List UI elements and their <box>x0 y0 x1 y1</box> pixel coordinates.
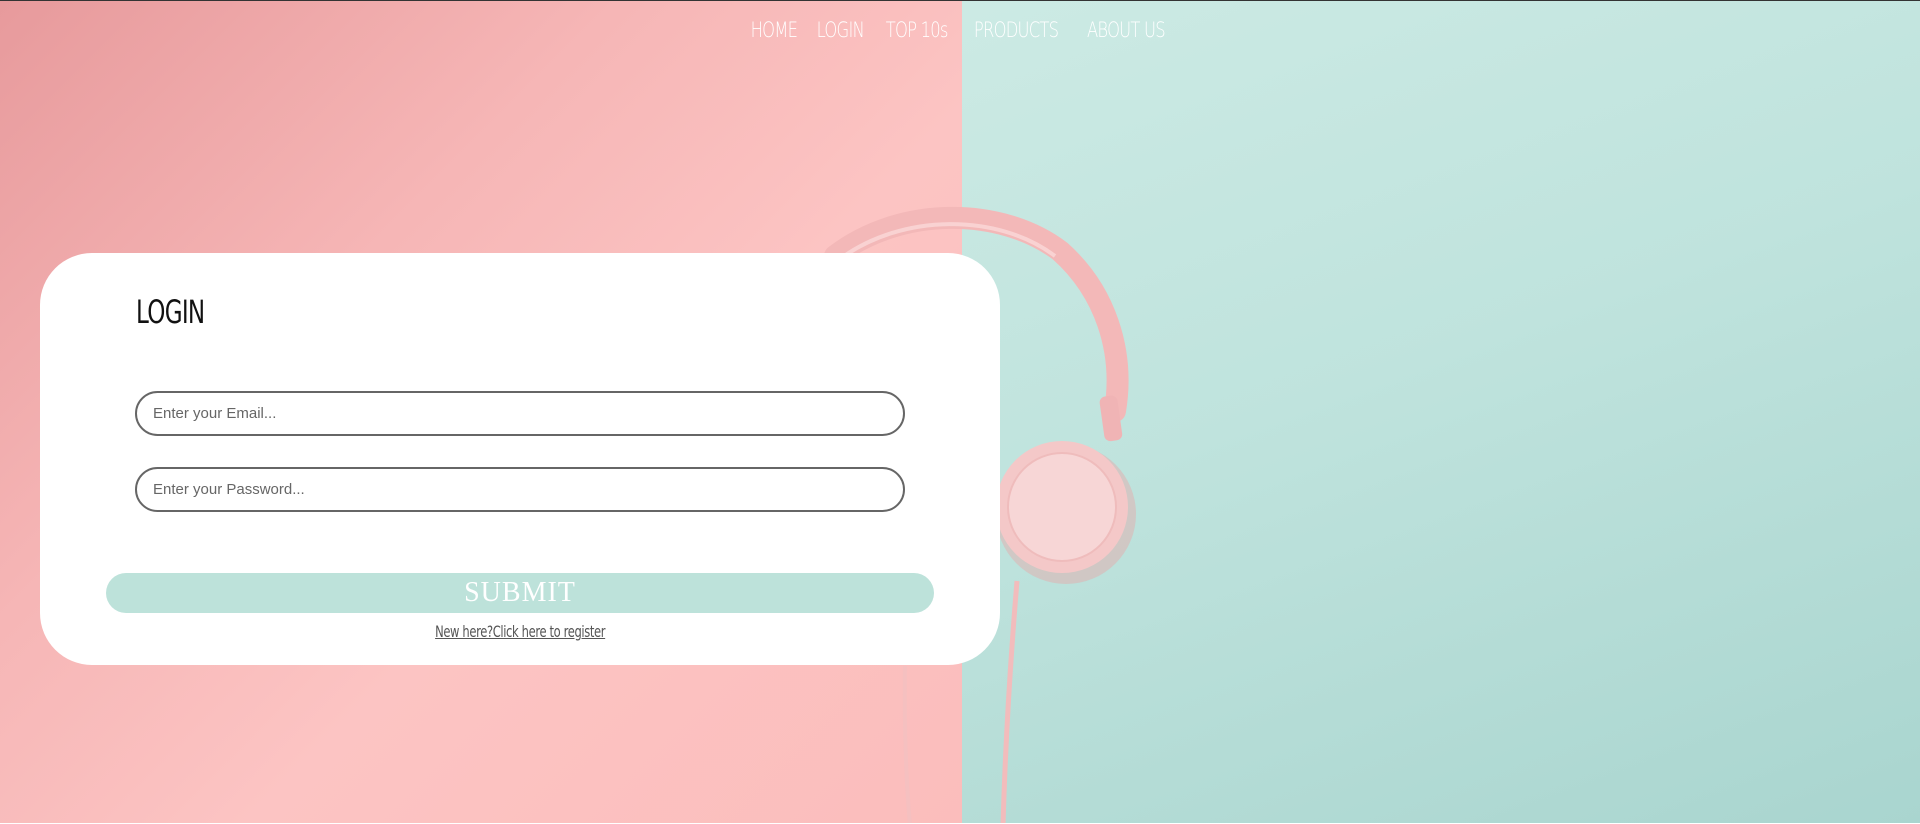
password-field[interactable] <box>135 467 905 512</box>
headphones-cable <box>1000 580 1020 824</box>
submit-button[interactable]: SUBMIT <box>106 573 934 613</box>
nav-home[interactable]: HOME <box>751 18 798 42</box>
nav-products[interactable]: PRODUCTS <box>974 18 1059 42</box>
register-link-container: New here?Click here to register <box>40 622 1000 642</box>
nav-about-us[interactable]: ABOUT US <box>1087 18 1166 42</box>
nav-login[interactable]: LOGIN <box>817 18 865 42</box>
email-field[interactable] <box>135 391 905 436</box>
login-card: LOGIN SUBMIT New here?Click here to regi… <box>40 253 1000 665</box>
login-title: LOGIN <box>136 293 205 331</box>
headphones-cable-left <box>902 665 912 824</box>
top-navigation: HOME LOGIN TOP 10s PRODUCTS ABOUT US <box>0 18 1920 42</box>
nav-top-10s[interactable]: TOP 10s <box>885 18 948 42</box>
register-link[interactable]: New here?Click here to register <box>435 622 605 641</box>
